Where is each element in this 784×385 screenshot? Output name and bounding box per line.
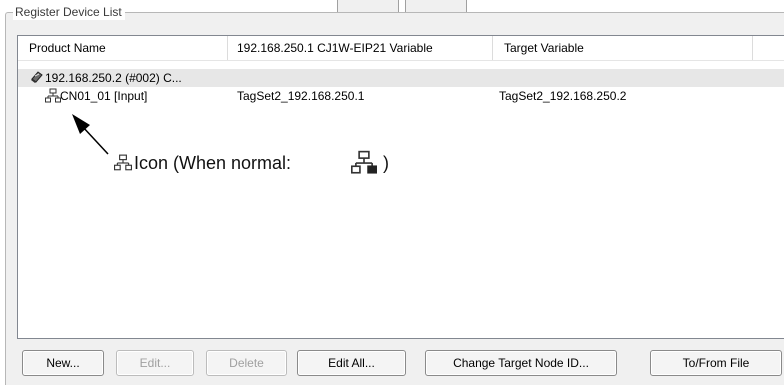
annotation-error-icon <box>114 154 132 172</box>
edit-all-button[interactable]: Edit All... <box>297 350 406 376</box>
to-from-file-button[interactable]: To/From File <box>650 350 782 376</box>
annotation-arrow <box>72 114 109 155</box>
annotation-normal-icon <box>351 150 377 176</box>
edit-button[interactable]: Edit... <box>116 350 194 376</box>
change-target-node-id-button[interactable]: Change Target Node ID... <box>425 350 617 376</box>
delete-button[interactable]: Delete <box>206 350 287 376</box>
annotation-close-paren: ) <box>383 153 389 173</box>
new-button[interactable]: New... <box>22 350 104 376</box>
annotation-text: Icon (When normal: <box>134 153 292 173</box>
register-device-dialog: Register Device List Product Name 192.16… <box>0 0 784 385</box>
